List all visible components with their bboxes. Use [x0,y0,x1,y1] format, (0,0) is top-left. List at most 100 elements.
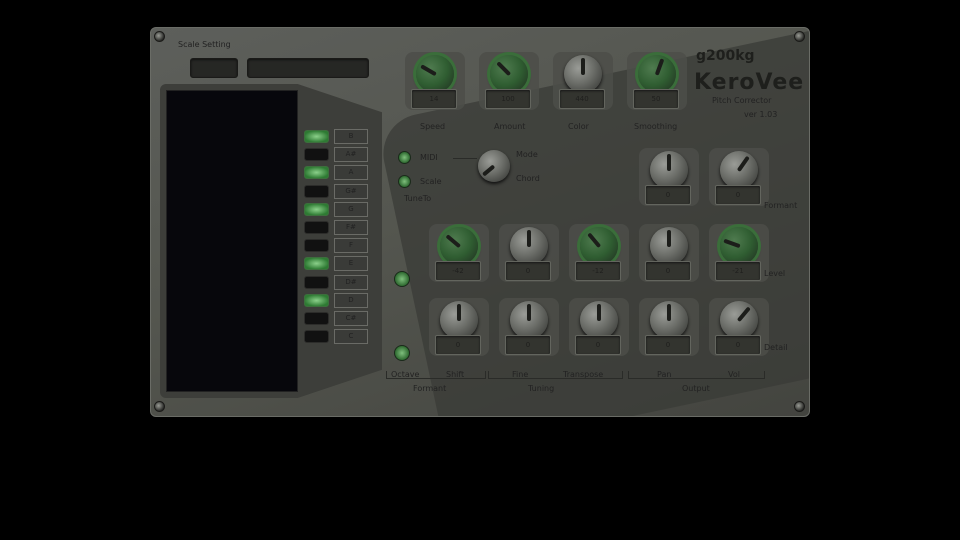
amount-knob-value[interactable]: 100 [485,89,531,109]
color-knob-value[interactable]: 440 [559,89,605,109]
formant-bracket [386,371,486,379]
key-row: C [304,329,368,345]
level-knob-4[interactable] [650,227,688,265]
key-row: A [304,165,368,181]
level-knob-2-value[interactable]: 0 [505,261,551,281]
scale-type-select[interactable] [247,58,369,78]
level-row-label: Level [764,269,786,278]
color-knob-label: Color [568,122,589,131]
product-subtitle: Pitch Corrector [712,96,772,105]
smoothing-knob-label: Smoothing [634,122,678,131]
key-row: B [304,129,368,144]
level-knob-4-value[interactable]: 0 [645,261,691,281]
screw-icon [794,31,805,42]
amount-knob[interactable] [490,55,528,93]
key-enable-toggle[interactable] [304,221,329,234]
brand-logo: g200kg [696,48,755,64]
level-knob-1-value[interactable]: -42 [435,261,481,281]
level-knob-5-value[interactable]: -21 [715,261,761,281]
mode-knob[interactable] [478,150,510,182]
key-label: D# [334,274,368,290]
level-knob-3[interactable] [580,227,618,265]
key-enable-toggle[interactable] [304,312,329,325]
scale-root-select[interactable] [190,58,238,78]
key-row: E [304,256,368,272]
detail-row-toggle[interactable] [394,345,410,361]
smoothing-knob-value[interactable]: 50 [633,89,679,109]
formant-knob-1-value[interactable]: 0 [645,185,691,205]
amount-knob-label: Amount [494,122,526,131]
mode-midi-label: MIDI [420,153,438,162]
detail-knob-3-value[interactable]: 0 [575,335,621,355]
mode-midi-radio[interactable] [398,151,411,164]
version-label: ver 1.03 [744,110,778,119]
key-enable-toggle[interactable] [304,275,329,289]
detail-knob-3[interactable] [580,301,618,339]
tuning-bracket [488,371,623,379]
key-label: C# [334,311,368,326]
detail-knob-4[interactable] [650,301,688,339]
detail-knob-1-value[interactable]: 0 [435,335,481,355]
key-enable-toggle[interactable] [304,257,329,271]
key-label: G# [334,183,368,199]
key-enable-toggle[interactable] [304,202,329,216]
formant-knob-2[interactable] [720,151,758,189]
speed-knob-label: Speed [420,122,446,131]
detail-row-label: Detail [764,343,788,352]
tuning-group-label: Tuning [528,384,555,393]
key-enable-toggle[interactable] [304,239,329,253]
level-knob-2[interactable] [510,227,548,265]
key-enable-toggle[interactable] [304,293,329,307]
scale-setting-label: Scale Setting [178,40,231,49]
formant-knob-2-value[interactable]: 0 [715,185,761,205]
key-label: A [334,165,368,181]
key-enable-toggle[interactable] [304,330,329,344]
screw-icon [154,31,165,42]
product-name: KeroVee [694,70,805,95]
key-enable-toggle[interactable] [304,130,329,143]
mode-connector [453,158,477,159]
output-group-label: Output [682,384,710,393]
smoothing-knob[interactable] [638,55,676,93]
level-knob-1[interactable] [440,227,478,265]
key-label: F [334,238,368,254]
key-row: D [304,292,368,308]
key-row: G [304,201,368,217]
key-label: G [334,201,368,217]
detail-knob-2-value[interactable]: 0 [505,335,551,355]
tune-to-label: TuneTo [404,194,432,203]
pitch-display [166,90,298,392]
key-label: D [334,292,368,308]
key-enable-toggle[interactable] [304,166,329,180]
screw-icon [794,401,805,412]
screw-icon [154,401,165,412]
key-row: C# [304,311,368,326]
key-enable-toggle[interactable] [304,148,329,162]
key-label: B [334,129,368,144]
level-knob-5[interactable] [720,227,758,265]
key-row: F# [304,220,368,235]
chord-label: Chord [516,174,540,183]
mode-scale-label: Scale [420,177,442,186]
detail-knob-1[interactable] [440,301,478,339]
key-row: G# [304,183,368,199]
color-knob[interactable] [564,55,602,93]
detail-knob-2[interactable] [510,301,548,339]
mode-scale-radio[interactable] [398,175,411,188]
key-label: C [334,329,368,345]
detail-knob-5[interactable] [720,301,758,339]
speed-knob-value[interactable]: 14 [411,89,457,109]
mode-knob-label: Mode [516,150,538,159]
formant-group-label: Formant [413,384,447,393]
key-enable-toggle[interactable] [304,184,329,198]
detail-knob-4-value[interactable]: 0 [645,335,691,355]
formant-knob-1[interactable] [650,151,688,189]
speed-knob[interactable] [416,55,454,93]
output-bracket [628,371,765,379]
detail-knob-5-value[interactable]: 0 [715,335,761,355]
formant-row-label: Formant [764,201,798,210]
level-row-toggle[interactable] [394,271,410,287]
key-label: A# [334,147,368,163]
level-knob-3-value[interactable]: -12 [575,261,621,281]
key-row: D# [304,274,368,290]
